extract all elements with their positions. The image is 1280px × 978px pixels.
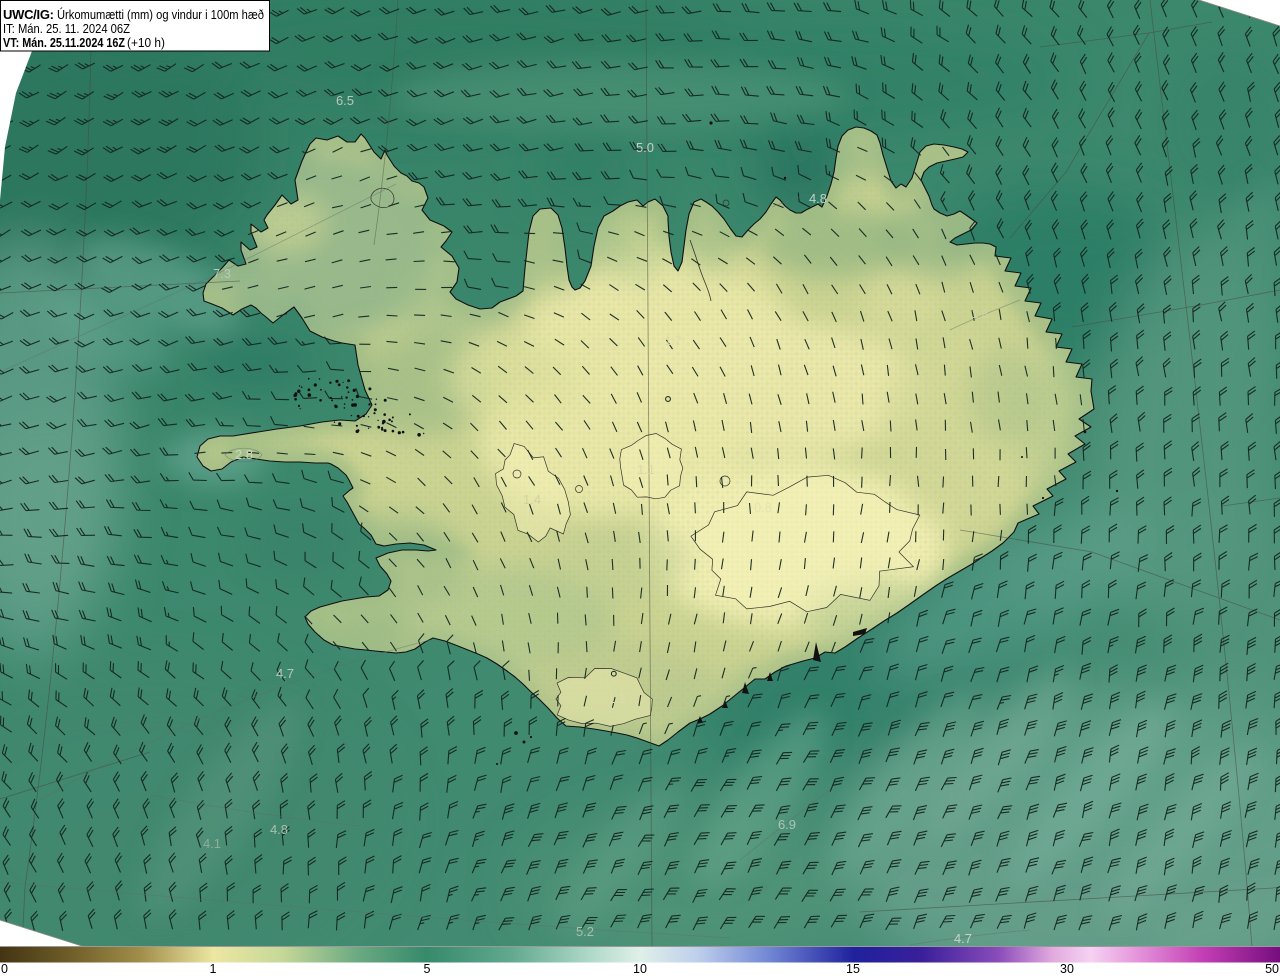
svg-text:5: 5 [424,962,431,976]
svg-text:UWC/IG:: UWC/IG: [3,7,54,22]
svg-text:1.4: 1.4 [523,492,541,507]
svg-text:1.8: 1.8 [972,307,989,321]
svg-text:10: 10 [633,962,647,976]
svg-text:4.7: 4.7 [954,931,972,946]
svg-text:2.8: 2.8 [235,447,253,462]
svg-text:30: 30 [1060,962,1074,976]
svg-text:1.1: 1.1 [637,462,655,477]
svg-text:4.8: 4.8 [270,822,288,837]
svg-text:1: 1 [210,962,217,976]
svg-text:6.9: 6.9 [778,817,796,832]
svg-text:4.8: 4.8 [809,191,827,206]
svg-text:6.5: 6.5 [336,93,354,108]
svg-text:IT: Mán. 25. 11. 2024 06Z: IT: Mán. 25. 11. 2024 06Z [3,21,130,36]
svg-text:0.8: 0.8 [754,500,772,515]
svg-text:5.2: 5.2 [576,924,594,939]
svg-text:(+10 h): (+10 h) [127,35,165,50]
svg-text:Úrkomumætti (mm) og vindur i 1: Úrkomumætti (mm) og vindur i 100m hæð [57,7,264,22]
svg-text:4.7: 4.7 [276,666,294,681]
svg-text:1.7: 1.7 [665,334,682,348]
svg-text:4.1: 4.1 [203,836,221,851]
svg-text:7.3: 7.3 [213,266,231,281]
svg-text:VT: Mán. 25.11.2024 16Z: VT: Mán. 25.11.2024 16Z [3,35,125,50]
svg-text:1.1: 1.1 [608,691,626,706]
svg-text:0: 0 [1,962,8,976]
svg-text:5.0: 5.0 [636,140,654,155]
svg-text:15: 15 [846,962,860,976]
svg-text:50: 50 [1265,962,1279,976]
